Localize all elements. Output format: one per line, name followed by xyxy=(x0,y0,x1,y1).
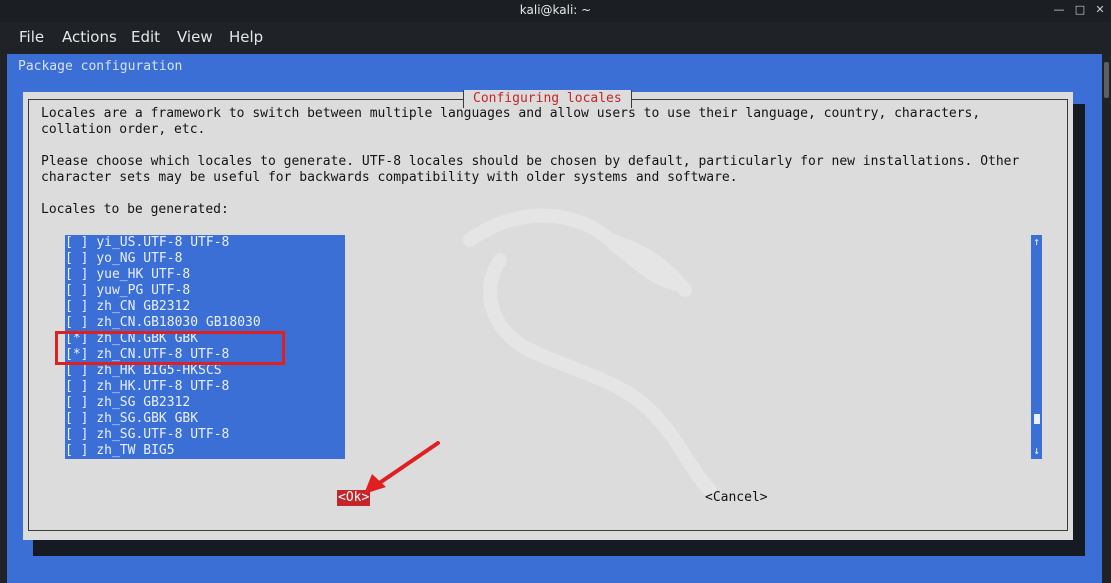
locale-item[interactable]: [ ] yo_NG UTF-8 xyxy=(65,251,182,267)
selected-locales-highlight xyxy=(55,331,285,365)
checkbox[interactable]: [ ] xyxy=(65,443,88,458)
scroll-up-icon[interactable]: ↑ xyxy=(1031,235,1042,249)
menu-help[interactable]: Help xyxy=(229,28,263,46)
checkbox[interactable]: [ ] xyxy=(65,235,88,250)
checkbox[interactable]: [ ] xyxy=(65,267,88,282)
locale-label: zh_CN.GB18030 GB18030 xyxy=(96,315,261,330)
locale-item[interactable]: [ ] yue_HK UTF-8 xyxy=(65,267,190,283)
locale-list-scrollbar[interactable] xyxy=(1031,235,1042,459)
locale-label: zh_HK BIG5-HKSCS xyxy=(96,363,222,378)
locale-item[interactable]: [ ] zh_HK BIG5-HKSCS xyxy=(65,363,222,379)
instruction-line-1: Please choose which locales to generate.… xyxy=(41,154,1020,169)
checkbox[interactable]: [ ] xyxy=(65,363,88,378)
checkbox[interactable]: [ ] xyxy=(65,427,88,442)
locale-label: zh_TW BIG5 xyxy=(96,443,175,458)
close-icon[interactable]: ✕ xyxy=(1094,4,1106,16)
locale-label: yuw_PG UTF-8 xyxy=(96,283,191,298)
checkbox[interactable]: [ ] xyxy=(65,283,88,298)
description-line-2: collation order, etc. xyxy=(41,122,206,137)
checkbox[interactable]: [ ] xyxy=(65,395,88,410)
minimize-icon[interactable]: — xyxy=(1053,4,1065,16)
locale-label: yo_NG UTF-8 xyxy=(96,251,183,266)
locale-label: zh_SG.UTF-8 UTF-8 xyxy=(96,427,230,442)
menu-edit[interactable]: Edit xyxy=(131,28,160,46)
terminal-scrollbar[interactable] xyxy=(1102,54,1111,583)
dialog-shadow-bottom xyxy=(33,540,1085,556)
checkbox[interactable]: [ ] xyxy=(65,315,88,330)
locale-item[interactable]: [ ] zh_SG GB2312 xyxy=(65,395,190,411)
locale-item[interactable]: [ ] zh_TW BIG5 xyxy=(65,443,175,459)
locale-label: zh_SG.GBK GBK xyxy=(96,411,199,426)
maximize-icon[interactable]: □ xyxy=(1074,4,1086,16)
checkbox[interactable]: [ ] xyxy=(65,251,88,266)
checkbox[interactable]: [ ] xyxy=(65,411,88,426)
description-line-1: Locales are a framework to switch betwee… xyxy=(41,106,981,121)
locale-item[interactable]: [ ] zh_SG.GBK GBK xyxy=(65,411,198,427)
locale-list-scroll-thumb[interactable] xyxy=(1034,414,1040,424)
locale-label: zh_HK.UTF-8 UTF-8 xyxy=(96,379,230,394)
window-titlebar[interactable]: kali@kali: ~ — □ ✕ xyxy=(0,0,1111,22)
list-label: Locales to be generated: xyxy=(41,202,229,217)
locale-label: yue_HK UTF-8 xyxy=(96,267,191,282)
checkbox[interactable]: [ ] xyxy=(65,299,88,314)
ok-button[interactable]: <Ok> xyxy=(337,490,371,506)
terminal-scrollbar-thumb[interactable] xyxy=(1104,62,1109,98)
menu-view[interactable]: View xyxy=(177,28,213,46)
window-title: kali@kali: ~ xyxy=(519,3,592,17)
locale-label: zh_SG GB2312 xyxy=(96,395,191,410)
locale-label: zh_CN GB2312 xyxy=(96,299,191,314)
locale-item[interactable]: [ ] zh_CN.GB18030 GB18030 xyxy=(65,315,261,331)
instruction-line-2: character sets may be useful for backwar… xyxy=(41,170,738,185)
locale-item[interactable]: [ ] zh_SG.UTF-8 UTF-8 xyxy=(65,427,229,443)
menu-file[interactable]: File xyxy=(19,28,44,46)
locale-item[interactable]: [ ] zh_CN GB2312 xyxy=(65,299,190,315)
scroll-down-icon[interactable]: ↓ xyxy=(1031,444,1042,458)
locale-label: yi_US.UTF-8 UTF-8 xyxy=(96,235,230,250)
checkbox[interactable]: [ ] xyxy=(65,379,88,394)
locale-item[interactable]: [ ] zh_HK.UTF-8 UTF-8 xyxy=(65,379,229,395)
menu-actions[interactable]: Actions xyxy=(62,28,117,46)
dialog-shadow-right xyxy=(1073,104,1085,556)
package-configuration-label: Package configuration xyxy=(18,59,183,74)
menu-bar: File Actions Edit View Help xyxy=(0,22,1111,54)
locale-item[interactable]: [ ] yuw_PG UTF-8 xyxy=(65,283,190,299)
locale-item[interactable]: [ ] yi_US.UTF-8 UTF-8 xyxy=(65,235,229,251)
cancel-button[interactable]: <Cancel> xyxy=(705,490,768,506)
